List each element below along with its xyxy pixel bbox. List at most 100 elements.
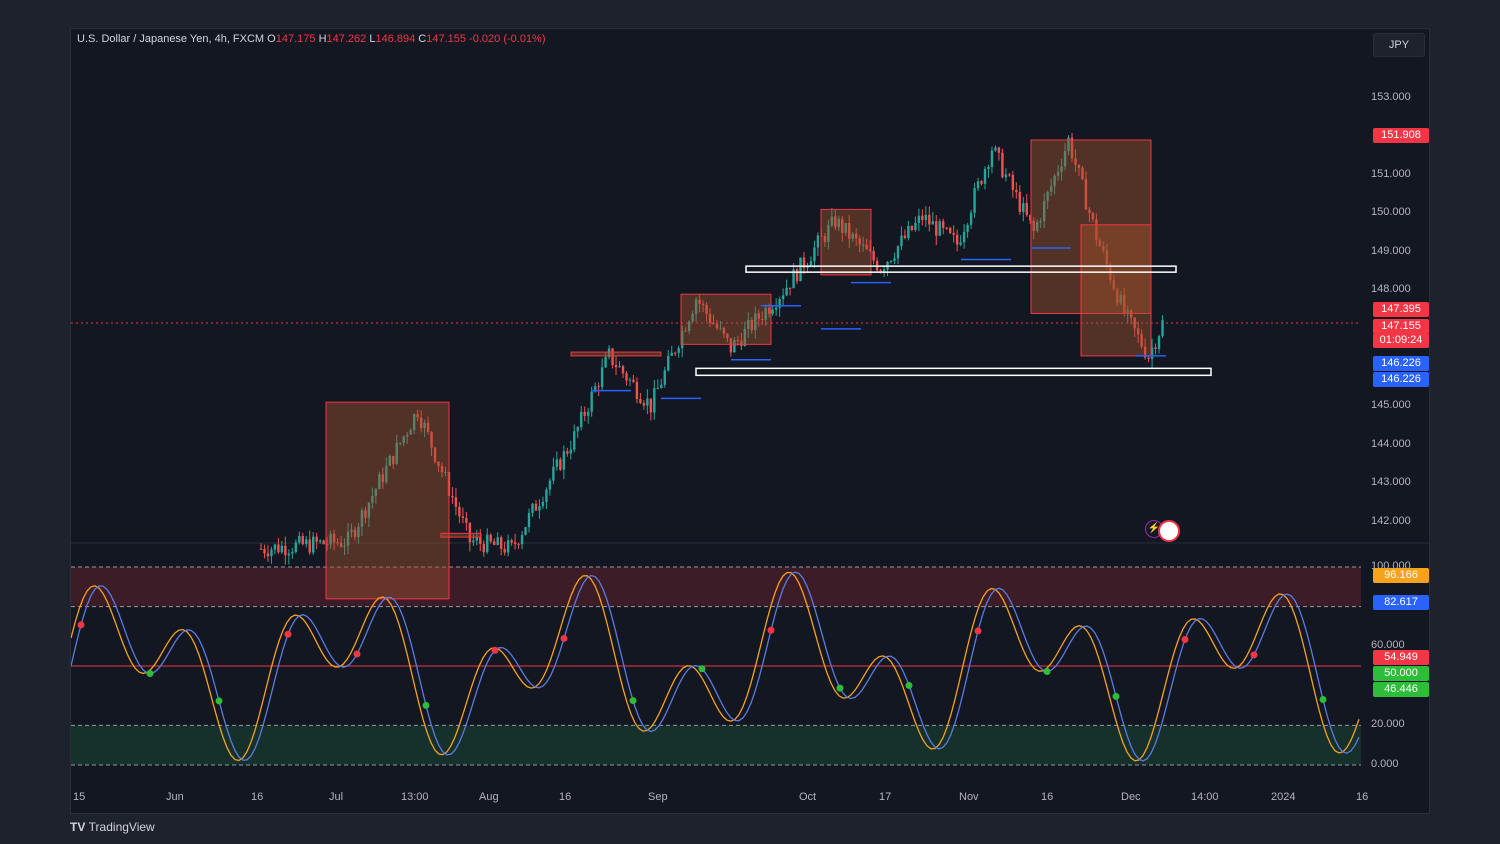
candle-body bbox=[280, 545, 284, 553]
candle-body bbox=[315, 536, 318, 542]
candle-body bbox=[513, 542, 517, 545]
candle-body bbox=[291, 551, 294, 554]
candle-body bbox=[541, 501, 545, 507]
stoch-signal-dot bbox=[560, 634, 568, 642]
candle-body bbox=[900, 235, 903, 247]
candle-body bbox=[969, 212, 973, 225]
candle-body bbox=[785, 287, 788, 296]
brand-label: TradingView bbox=[88, 820, 155, 834]
candle-body bbox=[569, 449, 572, 454]
candle-body bbox=[318, 540, 322, 542]
supply-zone-box bbox=[440, 532, 482, 538]
candle-body bbox=[955, 234, 959, 245]
oversold-zone bbox=[71, 725, 1361, 765]
candle-body bbox=[632, 379, 635, 383]
candle-body bbox=[555, 459, 559, 467]
candle-body bbox=[935, 221, 938, 236]
ohlc-close-value: 147.155 bbox=[426, 33, 467, 45]
stoch-signal-dot bbox=[767, 626, 775, 634]
candle-body bbox=[277, 544, 280, 553]
candle-body bbox=[259, 548, 263, 550]
price-scale-label: 01:09:24 bbox=[1373, 333, 1429, 348]
currency-button[interactable]: JPY bbox=[1373, 33, 1425, 57]
candle-body bbox=[781, 295, 785, 300]
time-axis-tick: Nov bbox=[959, 791, 979, 803]
candle-body bbox=[486, 534, 489, 553]
candle-body bbox=[771, 309, 774, 314]
candle-body bbox=[527, 512, 531, 528]
symbol-info: U.S. Dollar / Japanese Yen, 4h, FXCM O14… bbox=[77, 33, 546, 45]
candle-body bbox=[534, 503, 538, 511]
candle-body bbox=[649, 398, 653, 413]
candle-body bbox=[893, 258, 896, 261]
candle-body bbox=[813, 247, 816, 262]
supply-zone-box bbox=[570, 351, 662, 357]
candle-body bbox=[660, 384, 663, 389]
candle-body bbox=[816, 235, 820, 248]
supply-zone-box bbox=[1080, 224, 1152, 357]
candle-body bbox=[646, 398, 649, 406]
price-scale-label: 147.395 bbox=[1373, 302, 1429, 317]
candle-body bbox=[1008, 174, 1011, 176]
candle-body bbox=[677, 348, 680, 353]
time-axis-tick: 14:00 bbox=[1191, 791, 1219, 803]
candle-body bbox=[479, 537, 482, 545]
candle-body bbox=[583, 411, 586, 416]
candle-body bbox=[983, 168, 987, 184]
us-flag-icon[interactable] bbox=[1158, 520, 1180, 542]
time-axis-tick: 2024 bbox=[1271, 791, 1296, 803]
candle-body bbox=[308, 539, 311, 553]
ohlc-high-key: H bbox=[318, 33, 327, 45]
chart-frame[interactable]: U.S. Dollar / Japanese Yen, 4h, FXCM O14… bbox=[70, 28, 1430, 814]
chart-canvas[interactable] bbox=[71, 29, 1429, 813]
candle-body bbox=[284, 545, 287, 556]
candle-body bbox=[266, 553, 270, 557]
price-scale-label: 146.226 bbox=[1373, 356, 1429, 371]
candle-body bbox=[628, 379, 632, 381]
candle-body bbox=[990, 150, 994, 167]
osc-axis-tick: 0.000 bbox=[1371, 758, 1399, 770]
candle-body bbox=[524, 527, 527, 535]
supply-zone-box bbox=[820, 208, 872, 276]
stoch-signal-dot bbox=[1043, 667, 1051, 675]
candle-body bbox=[903, 235, 907, 238]
candle-body bbox=[548, 480, 552, 490]
candle-body bbox=[980, 181, 983, 184]
candle-body bbox=[468, 522, 472, 543]
candle-body bbox=[889, 260, 893, 262]
stoch-signal-dot bbox=[491, 646, 499, 654]
osc-scale-label: 46.446 bbox=[1373, 682, 1429, 697]
candle-body bbox=[576, 427, 579, 432]
ohlc-low-value: 146.894 bbox=[375, 33, 416, 45]
candle-body bbox=[795, 269, 799, 282]
candle-body bbox=[503, 548, 506, 553]
candle-body bbox=[461, 516, 465, 518]
candle-body bbox=[976, 181, 980, 189]
stoch-signal-dot bbox=[974, 627, 982, 635]
candle-body bbox=[566, 451, 569, 454]
price-scale-label: 146.226 bbox=[1373, 372, 1429, 387]
candle-body bbox=[1147, 357, 1150, 359]
candle-body bbox=[263, 548, 266, 554]
candle-body bbox=[959, 242, 962, 245]
time-axis-tick: Aug bbox=[479, 791, 499, 803]
candle-body bbox=[1004, 174, 1008, 178]
candle-body bbox=[910, 225, 914, 230]
candle-body bbox=[496, 537, 499, 545]
candle-body bbox=[545, 489, 548, 502]
candle-body bbox=[604, 356, 607, 368]
stoch-signal-dot bbox=[1319, 696, 1327, 704]
candle-body bbox=[670, 352, 673, 356]
candle-body bbox=[458, 506, 461, 517]
candle-body bbox=[520, 534, 524, 545]
candle-body bbox=[618, 366, 621, 368]
symbol-title: U.S. Dollar / Japanese Yen, 4h, FXCM bbox=[77, 33, 265, 45]
candle-body bbox=[809, 261, 813, 266]
candle-body bbox=[931, 221, 934, 225]
candle-body bbox=[510, 540, 513, 543]
stoch-signal-dot bbox=[698, 665, 706, 673]
candle-body bbox=[305, 539, 308, 545]
candle-body bbox=[1001, 152, 1004, 178]
candle-body bbox=[774, 307, 778, 310]
candle-body bbox=[1157, 336, 1161, 350]
